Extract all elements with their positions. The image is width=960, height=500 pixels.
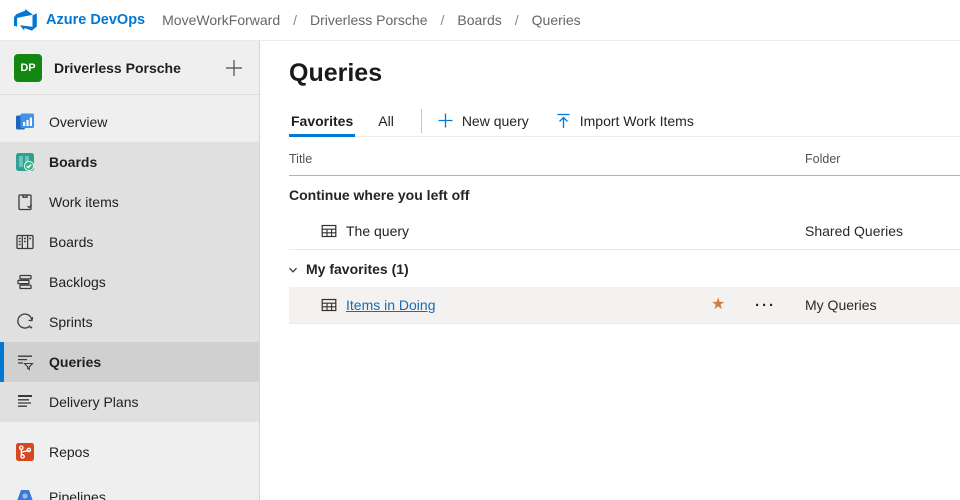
sidebar-item-label: Work items: [49, 194, 119, 210]
tab-all[interactable]: All: [376, 105, 396, 136]
overview-icon: [14, 111, 36, 133]
new-query-label: New query: [462, 113, 529, 129]
sidebar-item-label: Backlogs: [49, 274, 106, 290]
sidebar-item-label: Pipelines: [49, 489, 106, 500]
import-work-items-label: Import Work Items: [580, 113, 694, 129]
column-header-folder: Folder: [805, 152, 960, 166]
page-title: Queries: [289, 58, 960, 88]
plus-icon: [225, 59, 243, 77]
sidebar-item-label: Boards: [49, 154, 97, 170]
section-header-label: My favorites (1): [306, 261, 409, 277]
query-title-link[interactable]: Items in Doing: [346, 297, 435, 313]
query-table-icon: [321, 223, 337, 239]
sidebar-item-label: Boards: [49, 234, 93, 250]
query-table-icon: [321, 297, 337, 313]
chevron-down-icon[interactable]: [287, 264, 299, 276]
project-name[interactable]: Driverless Porsche: [54, 60, 223, 76]
tab-bar: Favorites All New query Import: [289, 105, 960, 137]
breadcrumb-separator: /: [509, 12, 525, 28]
import-icon: [556, 113, 571, 128]
board-icon: [14, 231, 36, 253]
plus-icon: [438, 113, 453, 128]
breadcrumb-separator: /: [287, 12, 303, 28]
breadcrumb: MoveWorkForward / Driverless Porsche / B…: [155, 12, 588, 28]
section-header-continue: Continue where you left off: [289, 176, 960, 213]
sidebar: DP Driverless Porsche: [0, 41, 260, 500]
sidebar-item-repos[interactable]: Repos: [0, 432, 259, 472]
brand-text[interactable]: Azure DevOps: [46, 12, 145, 28]
sidebar-item-sprints[interactable]: Sprints: [0, 302, 259, 342]
sidebar-item-queries[interactable]: Queries: [0, 342, 259, 382]
topbar: Azure DevOps MoveWorkForward / Driverles…: [0, 0, 960, 41]
backlogs-icon: [14, 271, 36, 293]
column-header-title: Title: [289, 152, 805, 166]
work-items-icon: [14, 191, 36, 213]
breadcrumb-item-organization[interactable]: MoveWorkForward: [155, 12, 287, 28]
repos-icon: [14, 441, 36, 463]
sidebar-item-label: Delivery Plans: [49, 394, 138, 410]
breadcrumb-item-project[interactable]: Driverless Porsche: [303, 12, 434, 28]
query-row-items-in-doing[interactable]: Items in Doing ★ ··· My Queries: [289, 287, 960, 324]
project-avatar[interactable]: DP: [14, 54, 42, 82]
sidebar-item-backlogs[interactable]: Backlogs: [0, 262, 259, 302]
favorite-star-icon[interactable]: ★: [711, 297, 727, 313]
sidebar-item-boards[interactable]: Boards: [0, 222, 259, 262]
sidebar-item-delivery-plans[interactable]: Delivery Plans: [0, 382, 259, 422]
sidebar-item-label: Repos: [49, 444, 89, 460]
more-options-icon[interactable]: ···: [755, 297, 793, 314]
query-row-the-query[interactable]: The query Shared Queries: [289, 213, 960, 250]
section-header-my-favorites[interactable]: My favorites (1): [289, 250, 960, 287]
tab-favorites[interactable]: Favorites: [289, 105, 355, 136]
import-work-items-button[interactable]: Import Work Items: [556, 113, 694, 129]
table-header: Title Folder: [289, 143, 960, 176]
query-folder: My Queries: [805, 297, 960, 313]
sidebar-nav: Overview Boards: [0, 95, 259, 500]
add-project-button[interactable]: [223, 57, 245, 79]
query-title: The query: [346, 223, 409, 239]
delivery-plans-icon: [14, 391, 36, 413]
sidebar-item-work-items[interactable]: Work items: [0, 182, 259, 222]
tabbar-divider: [421, 109, 422, 133]
section-header-label: Continue where you left off: [289, 187, 469, 203]
azure-devops-logo[interactable]: [14, 9, 37, 31]
queries-icon: [14, 351, 36, 373]
sidebar-item-label: Queries: [49, 354, 101, 370]
sidebar-item-overview[interactable]: Overview: [0, 102, 259, 142]
sprints-icon: [14, 311, 36, 333]
sidebar-item-pipelines[interactable]: Pipelines: [0, 477, 259, 500]
new-query-button[interactable]: New query: [438, 113, 529, 129]
sidebar-item-label: Sprints: [49, 314, 93, 330]
pipelines-icon: [14, 486, 36, 500]
main-content: Queries Favorites All New query: [260, 41, 960, 500]
sidebar-group-boards: Boards Work items: [0, 142, 259, 422]
query-folder: Shared Queries: [805, 223, 960, 239]
sidebar-item-boards-group[interactable]: Boards: [0, 142, 259, 182]
project-header: DP Driverless Porsche: [0, 41, 259, 95]
boards-icon: [14, 151, 36, 173]
breadcrumb-item-boards[interactable]: Boards: [450, 12, 508, 28]
breadcrumb-separator: /: [435, 12, 451, 28]
sidebar-item-label: Overview: [49, 114, 107, 130]
breadcrumb-item-queries[interactable]: Queries: [525, 12, 588, 28]
